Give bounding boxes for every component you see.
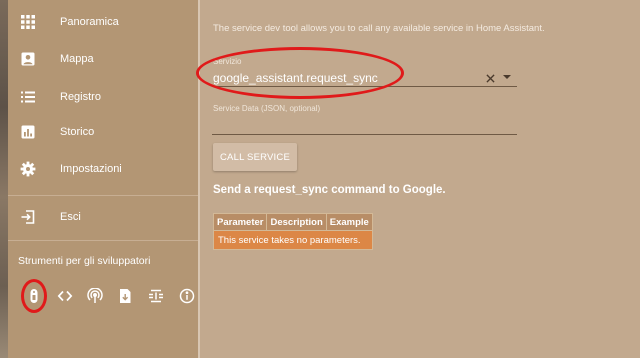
sidebar-item-esci[interactable]: Esci: [8, 199, 198, 235]
empty-params-message: This service takes no parameters.: [213, 230, 373, 250]
dev-tool-mqtt[interactable]: [145, 282, 167, 310]
mqtt-info-icon: [148, 288, 164, 304]
info-icon: [179, 288, 195, 304]
chevron-down-icon[interactable]: [503, 75, 511, 79]
table-row: This service takes no parameters.: [213, 230, 373, 250]
sidebar-item-label: Esci: [60, 211, 81, 223]
sidebar-item-registro[interactable]: Registro: [8, 79, 198, 115]
highlight-ring: [21, 279, 47, 313]
sidebar-divider: [8, 195, 198, 196]
sidebar-item-label: Storico: [60, 126, 95, 138]
dev-tool-states[interactable]: [114, 282, 136, 310]
service-data-input[interactable]: [212, 116, 517, 134]
code-template-icon: [57, 288, 73, 304]
sidebar-item-storico[interactable]: Storico: [8, 114, 198, 150]
params-table: Parameter Description Example This servi…: [212, 213, 373, 250]
sidebar-item-label: Impostazioni: [60, 163, 122, 175]
sidebar-item-impostazioni[interactable]: Impostazioni: [8, 151, 198, 187]
exit-icon: [20, 209, 36, 225]
intro-text: The service dev tool allows you to call …: [213, 23, 545, 34]
apps-grid-icon: [20, 14, 36, 30]
sidebar-item-label: Panoramica: [60, 16, 119, 28]
table-header-row: Parameter Description Example: [212, 213, 373, 231]
sidebar-item-label: Registro: [60, 91, 101, 103]
column-header: Description: [266, 213, 327, 231]
service-data-label: Service Data (JSON, optional): [213, 104, 321, 113]
sidebar-item-panoramica[interactable]: Panoramica: [8, 4, 198, 40]
dev-tool-info[interactable]: [176, 282, 198, 310]
dev-tool-templates[interactable]: [54, 282, 76, 310]
account-box-icon: [20, 51, 36, 67]
clear-icon[interactable]: [484, 71, 496, 85]
service-data-underline: [212, 134, 517, 135]
gear-icon: [20, 161, 36, 177]
broadcast-event-icon: [87, 288, 103, 304]
dev-tools-bar: [18, 279, 198, 313]
sidebar-divider: [8, 240, 198, 241]
sidebar: Panoramica Mappa Registro Storico Impost…: [8, 0, 200, 358]
highlight-ring: [196, 47, 404, 99]
column-header: Example: [325, 213, 373, 231]
service-dev-tool-panel: The service dev tool allows you to call …: [196, 0, 640, 358]
service-description: Send a request_sync command to Google.: [213, 184, 446, 196]
sidebar-item-label: Mappa: [60, 53, 94, 65]
state-file-icon: [117, 288, 133, 304]
list-icon: [20, 89, 36, 105]
background-photo-strip: [0, 0, 8, 358]
sidebar-item-mappa[interactable]: Mappa: [8, 41, 198, 77]
call-service-button[interactable]: CALL SERVICE: [213, 143, 297, 171]
column-header: Parameter: [212, 213, 268, 231]
bar-chart-icon: [20, 124, 36, 140]
dev-tools-title: Strumenti per gli sviluppatori: [18, 255, 151, 267]
dev-tool-events[interactable]: [84, 282, 106, 310]
